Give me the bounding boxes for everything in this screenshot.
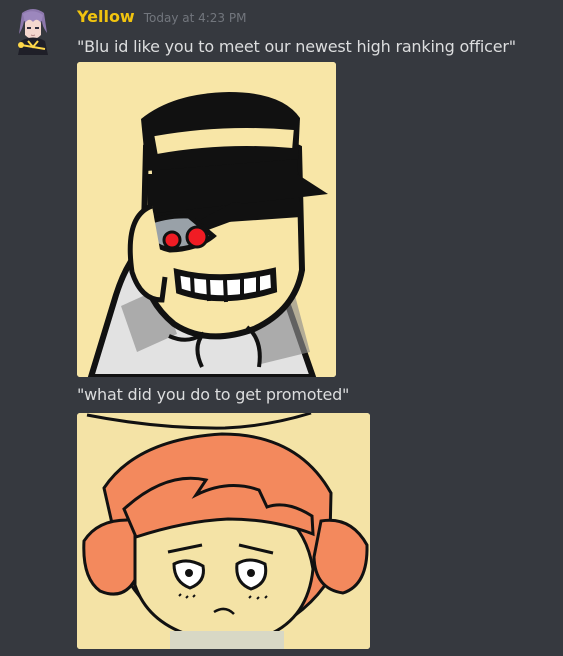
message-group: Yellow Today at 4:23 PM "Blu id like you… [0,0,563,656]
message-text: "Blu id like you to meet our newest high… [77,37,516,56]
message-text: "what did you do to get promoted" [77,385,350,404]
image-attachment[interactable] [77,62,336,377]
message-header: Yellow Today at 4:23 PM [77,7,246,29]
comic-girl-image [77,413,370,649]
image-attachment[interactable] [77,413,370,649]
anime-avatar-icon [13,7,53,55]
user-avatar[interactable] [13,7,53,55]
timestamp: Today at 4:23 PM [143,11,247,25]
comic-officer-image [77,62,336,377]
username[interactable]: Yellow [77,7,135,26]
